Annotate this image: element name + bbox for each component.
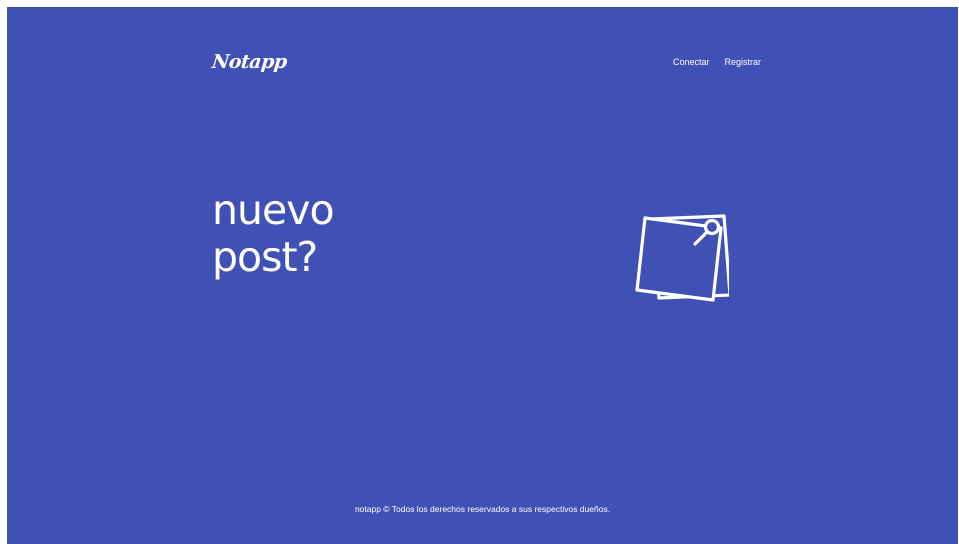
page: Notapp Conectar Registrar nuevo post? no… (7, 7, 958, 544)
top-nav: Conectar Registrar (673, 57, 761, 67)
nav-link-registrar[interactable]: Registrar (725, 57, 762, 67)
logo[interactable]: Notapp (211, 51, 288, 73)
nav-link-conectar[interactable]: Conectar (673, 57, 710, 67)
sticky-notes-icon (635, 214, 729, 302)
footer-copyright: notapp © Todos los derechos reservados a… (354, 504, 611, 514)
hero-title: nuevo post? (212, 186, 335, 281)
hero-title-line-1: nuevo (212, 186, 335, 234)
hero-title-line-2: post? (212, 233, 318, 281)
